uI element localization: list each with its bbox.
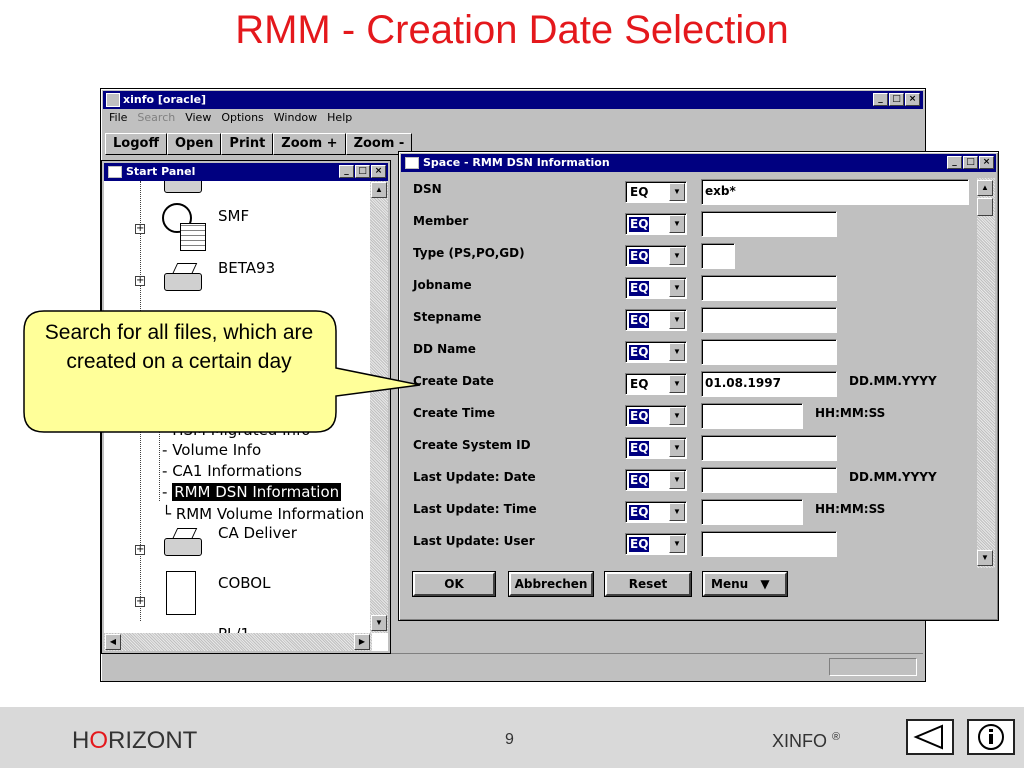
brand-o: O <box>89 727 109 754</box>
registered-mark: ® <box>832 731 841 743</box>
info-icon <box>978 724 1004 750</box>
callout-balloon <box>23 310 421 433</box>
slide-footer: HORIZONT 9 XINFO ® <box>0 707 1024 768</box>
brand-h: H <box>72 727 90 754</box>
product-name: XINFO ® <box>772 731 840 752</box>
callout-text: Search for all files, which are created … <box>44 321 314 373</box>
info-nav-button[interactable] <box>967 719 1015 755</box>
triangle-left-icon <box>913 724 943 750</box>
product-label: XINFO <box>772 731 828 751</box>
brand-rest: RIZONT <box>108 727 198 754</box>
horizont-logo: HORIZONT <box>72 727 197 755</box>
back-nav-button[interactable] <box>906 719 954 755</box>
page-number: 9 <box>505 731 514 748</box>
